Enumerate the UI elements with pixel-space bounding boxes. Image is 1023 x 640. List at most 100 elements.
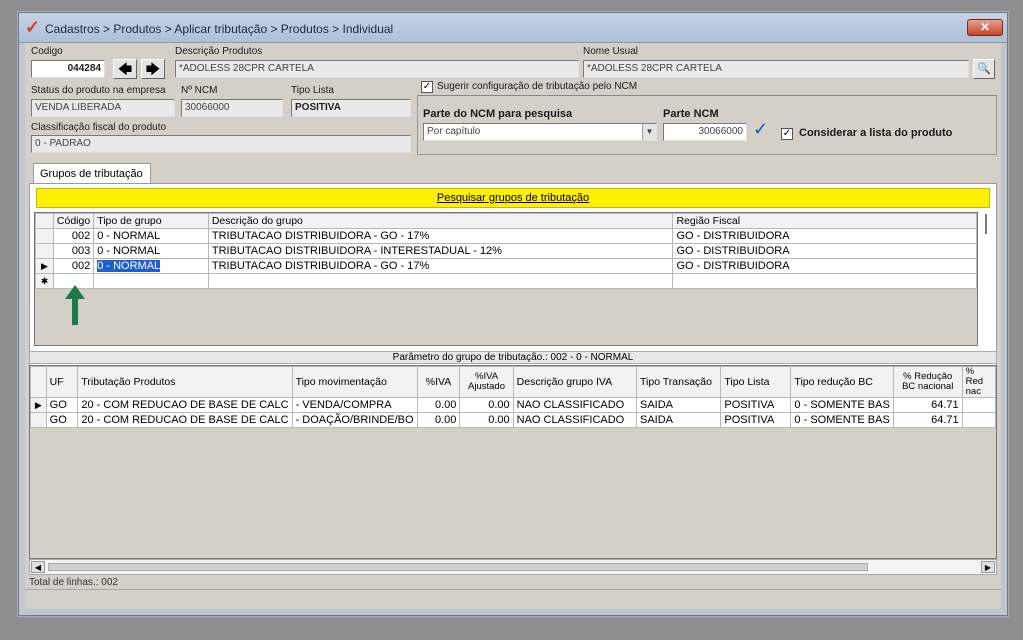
ncm-field[interactable]: 30066000 <box>181 99 283 117</box>
param-title: Parâmetro do grupo de tributação.: 002 -… <box>29 351 997 364</box>
cell-tributacao[interactable]: 20 - COM REDUCAO DE BASE DE CALC <box>77 412 293 428</box>
cell-uf[interactable]: GO <box>45 412 79 428</box>
codigo-label: Codigo <box>31 46 63 57</box>
cell-iva-ajustado[interactable]: 0.00 <box>459 397 514 413</box>
cell-descricao[interactable]: TRIBUTACAO DISTRIBUIDORA - GO - 17% <box>207 228 674 244</box>
cell-regiao[interactable]: GO - DISTRIBUIDORA <box>672 243 977 259</box>
cell-codigo[interactable]: 002 <box>52 228 95 244</box>
cell-descricao-iva[interactable]: NAO CLASSIFICADO <box>512 412 638 428</box>
cell-reducao-bc[interactable]: 64.71 <box>892 397 963 413</box>
cell-uf[interactable]: GO <box>45 397 79 413</box>
col-tipo-transacao[interactable]: Tipo Transação <box>635 366 722 398</box>
cell-iva[interactable]: 0.00 <box>416 412 461 428</box>
col-tipo-movimentacao[interactable]: Tipo movimentação <box>291 366 418 398</box>
groups-panel: Pesquisar grupos de tributação Código Ti… <box>29 183 997 373</box>
status-label: Status do produto na empresa <box>31 85 166 96</box>
total-lines-label: Total de linhas.: 002 <box>29 577 118 588</box>
col-iva[interactable]: %IVA <box>416 366 461 398</box>
parte-ncm-field[interactable]: 30066000 <box>663 123 747 141</box>
parte-ncm-pesquisa-select[interactable]: Por capítulo ▼ <box>423 123 657 141</box>
tipo-lista-field[interactable]: POSITIVA <box>291 99 411 117</box>
cell-reducao-bc[interactable]: 64.71 <box>892 412 963 428</box>
form-content: Codigo 044284 🡄 🡆 Descrição Produtos *AD… <box>25 43 1001 609</box>
cell-tipo-reducao[interactable]: 0 - SOMENTE BAS <box>790 397 894 413</box>
cell-regiao[interactable]: GO - DISTRIBUIDORA <box>672 228 977 244</box>
param-horizontal-scrollbar[interactable]: ◀ ▶ <box>29 559 997 575</box>
cell-tipo-grupo[interactable]: 0 - NORMAL <box>93 228 209 244</box>
table-row[interactable]: GO 20 - COM REDUCAO DE BASE DE CALC - DO… <box>30 412 996 428</box>
groups-vertical-scrollbar[interactable] <box>980 210 994 370</box>
new-row[interactable]: ✱ <box>35 273 977 289</box>
scroll-left-icon[interactable]: ◀ <box>31 561 45 573</box>
row-pointer-icon: ▶ <box>30 397 47 413</box>
title-bar: ✓ Cadastros > Produtos > Aplicar tributa… <box>19 13 1007 43</box>
status-divider <box>25 589 1001 590</box>
table-row[interactable]: 003 0 - NORMAL TRIBUTACAO DISTRIBUIDORA … <box>35 243 977 259</box>
cell-tipo-grupo[interactable]: 0 - NORMAL <box>93 258 209 274</box>
sugerir-checkbox[interactable]: ✓ <box>421 81 433 93</box>
search-groups-button[interactable]: Pesquisar grupos de tributação <box>36 188 990 208</box>
table-row[interactable]: 002 0 - NORMAL TRIBUTACAO DISTRIBUIDORA … <box>35 228 977 244</box>
table-row-selected[interactable]: ▶ 002 0 - NORMAL TRIBUTACAO DISTRIBUIDOR… <box>35 258 977 274</box>
cell-descricao[interactable]: TRIBUTACAO DISTRIBUIDORA - GO - 17% <box>207 258 674 274</box>
search-button[interactable]: 🔍 <box>973 59 995 79</box>
col-tipo-grupo[interactable]: Tipo de grupo <box>93 213 209 229</box>
cell-tipo-movimentacao[interactable]: - VENDA/COMPRA <box>291 397 418 413</box>
param-table: UF Tributação Produtos Tipo movimentação… <box>30 366 996 428</box>
cell-tipo-grupo[interactable]: 0 - NORMAL <box>93 243 209 259</box>
cell-tributacao[interactable]: 20 - COM REDUCAO DE BASE DE CALC <box>77 397 293 413</box>
cell-tipo-lista[interactable]: POSITIVA <box>720 412 792 428</box>
considerar-checkbox[interactable]: ✓ <box>781 128 793 140</box>
cell-codigo[interactable]: 002 <box>52 258 95 274</box>
cell-tipo-lista[interactable]: POSITIVA <box>720 397 792 413</box>
col-tipo-lista[interactable]: Tipo Lista <box>720 366 792 398</box>
cell-tipo-reducao[interactable]: 0 - SOMENTE BAS <box>790 412 894 428</box>
codigo-field[interactable]: 044284 <box>31 60 105 78</box>
selected-text[interactable]: 0 - NORMAL <box>97 260 161 272</box>
col-uf[interactable]: UF <box>45 366 79 398</box>
col-iva-ajustado[interactable]: %IVA Ajustado <box>459 366 514 398</box>
cell-red-nac[interactable] <box>961 397 996 413</box>
col-tributacao[interactable]: Tributação Produtos <box>77 366 293 398</box>
cell-iva[interactable]: 0.00 <box>416 397 461 413</box>
arrow-right-icon: 🡆 <box>145 61 161 77</box>
cell-descricao-iva[interactable]: NAO CLASSIFICADO <box>512 397 638 413</box>
cell-tipo-movimentacao[interactable]: - DOAÇÃO/BRINDE/BO <box>291 412 418 428</box>
close-button[interactable]: ✕ <box>967 19 1003 36</box>
new-row-icon: ✱ <box>35 273 54 289</box>
cell-tipo-transacao[interactable]: SAIDA <box>635 412 722 428</box>
col-codigo[interactable]: Código <box>52 213 95 229</box>
col-regiao-fiscal[interactable]: Região Fiscal <box>672 213 977 229</box>
descricao-label: Descrição Produtos <box>175 46 263 57</box>
col-tipo-reducao[interactable]: Tipo redução BC <box>790 366 894 398</box>
cell-descricao[interactable]: TRIBUTACAO DISTRIBUIDORA - INTERESTADUAL… <box>207 243 674 259</box>
nome-usual-field[interactable]: *ADOLESS 28CPR CARTELA <box>583 60 969 78</box>
cell-regiao[interactable]: GO - DISTRIBUIDORA <box>672 258 977 274</box>
next-button[interactable]: 🡆 <box>141 59 165 79</box>
cell-red-nac[interactable] <box>961 412 996 428</box>
cell-iva-ajustado[interactable]: 0.00 <box>459 412 514 428</box>
table-row[interactable]: ▶ GO 20 - COM REDUCAO DE BASE DE CALC - … <box>30 397 996 413</box>
parte-ncm-pesquisa-value: Por capítulo <box>427 126 481 137</box>
cell-tipo-transacao[interactable]: SAIDA <box>635 397 722 413</box>
chevron-down-icon[interactable]: ▼ <box>642 124 656 140</box>
groups-grid: Código Tipo de grupo Descrição do grupo … <box>34 212 978 346</box>
scroll-thumb[interactable] <box>48 563 868 571</box>
descricao-field[interactable]: *ADOLESS 28CPR CARTELA <box>175 60 579 78</box>
col-descricao-grupo[interactable]: Descrição do grupo <box>207 213 674 229</box>
confirm-check-icon[interactable]: ✓ <box>753 119 768 140</box>
col-reducao-bc-nacional[interactable]: % Redução BC nacional <box>892 366 963 398</box>
scroll-right-icon[interactable]: ▶ <box>981 561 995 573</box>
previous-button[interactable]: 🡄 <box>113 59 137 79</box>
col-descricao-iva[interactable]: Descrição grupo IVA <box>512 366 638 398</box>
col-red-nac[interactable]: % Red nac <box>961 366 996 398</box>
considerar-label: Considerar a lista do produto <box>799 127 953 139</box>
classificacao-field[interactable]: 0 - PADRAO <box>31 135 411 153</box>
window-title: Cadastros > Produtos > Aplicar tributaçã… <box>45 22 394 36</box>
tab-grupos-tributacao[interactable]: Grupos de tributação <box>33 163 151 184</box>
status-field[interactable]: VENDA LIBERADA <box>31 99 175 117</box>
search-icon: 🔍 <box>977 63 991 75</box>
row-pointer-icon: ▶ <box>35 258 54 274</box>
parte-ncm-pesquisa-label: Parte do NCM para pesquisa <box>423 108 573 120</box>
cell-codigo[interactable]: 003 <box>52 243 95 259</box>
